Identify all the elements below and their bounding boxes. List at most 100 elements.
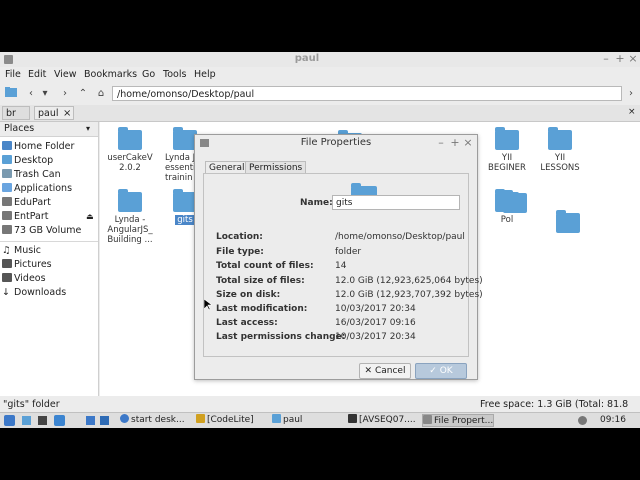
file-label: userCakeV 2.0.2 (107, 153, 153, 173)
prop-label-location: Location: (216, 232, 263, 242)
sidebar-divider (0, 241, 98, 242)
prop-value-total-size: 12.0 GiB (12,923,625,064 bytes) (335, 276, 483, 286)
desktop-icon (2, 155, 12, 164)
file-label: Pol (500, 215, 514, 225)
music-icon: ♫ (2, 245, 11, 256)
sidebar-item-music[interactable]: ♫ Music (2, 244, 98, 258)
browser-launcher-icon[interactable] (54, 415, 65, 426)
maximize-icon[interactable]: + (614, 53, 626, 65)
sidebar-item-pictures[interactable]: Pictures (2, 258, 98, 272)
cancel-icon: ✕ (364, 366, 373, 376)
prop-label-last-access: Last access: (216, 318, 278, 328)
minimize-icon[interactable]: – (600, 53, 612, 65)
chevron-down-icon[interactable]: ▾ (86, 122, 90, 136)
tab-label: br (6, 108, 16, 119)
close-icon[interactable]: × (627, 53, 639, 65)
tab-bar: br paul × × (0, 105, 640, 122)
file-label: YII LESSONS (540, 153, 580, 173)
name-field[interactable]: gits (332, 195, 460, 210)
sidebar: Places ▾ Home Folder Desktop Trash Can A… (0, 122, 99, 396)
path-bar[interactable]: /home/omonso/Desktop/paul (112, 86, 622, 101)
back-history-icon[interactable]: ▾ (38, 87, 52, 101)
go-icon[interactable]: › (624, 87, 638, 101)
tab-paul[interactable]: paul × (34, 106, 74, 120)
ok-button[interactable]: ✓ OK (415, 363, 467, 379)
forward-icon[interactable]: › (58, 87, 72, 101)
eject-icon[interactable]: ⏏ (86, 210, 94, 224)
folder-icon[interactable] (556, 210, 580, 233)
properties-icon (423, 415, 432, 424)
task-avseq[interactable]: [AVSEQ07.... (348, 414, 420, 427)
up-icon[interactable]: ⌃ (76, 87, 90, 101)
sidebar-item-trash-can[interactable]: Trash Can (2, 168, 98, 182)
terminal-launcher-icon[interactable] (38, 416, 47, 425)
file-label: YII BEGINER (488, 153, 526, 173)
sidebar-item-desktop[interactable]: Desktop (2, 154, 98, 168)
task-codelite[interactable]: [CodeLite] (196, 414, 268, 427)
prop-label-file-count: Total count of files: (216, 261, 314, 271)
video-icon (348, 414, 357, 423)
window-titlebar[interactable]: paul – + × (0, 52, 640, 68)
home-icon[interactable]: ⌂ (94, 87, 108, 101)
desktop-pager-icon[interactable] (100, 416, 109, 425)
menu-edit[interactable]: Edit (28, 69, 46, 80)
tab-close-icon[interactable]: × (63, 107, 71, 121)
tab-close-all-icon[interactable]: × (628, 107, 636, 117)
folder-icon[interactable] (503, 190, 527, 213)
menu-go[interactable]: Go (142, 69, 155, 80)
prop-value-permissions-change: 10/03/2017 20:34 (335, 332, 416, 342)
sidebar-item-73gb-volume[interactable]: 73 GB Volume (2, 224, 98, 238)
taskbar: start desk... [CodeLite] paul [AVSEQ07..… (0, 412, 640, 428)
folder-icon (495, 127, 519, 150)
status-bar: "gits" folder Free space: 1.3 GiB (Total… (0, 398, 640, 424)
file-label: Lynda - AngularJS_ Building ... (107, 215, 153, 245)
dialog-maximize-icon[interactable]: + (449, 137, 461, 149)
general-panel: Name: gits Location: /home/omonso/Deskto… (203, 173, 483, 357)
start-menu-icon[interactable] (4, 415, 15, 426)
prop-value-file-type: folder (335, 247, 362, 257)
dialog-minimize-icon[interactable]: – (435, 137, 447, 149)
chrome-icon (120, 414, 129, 423)
prop-label-permissions-change: Last permissions change: (216, 332, 346, 342)
sidebar-item-downloads[interactable]: ↓ Downloads (2, 286, 98, 300)
file-label: gits (175, 215, 195, 225)
menu-help[interactable]: Help (194, 69, 216, 80)
menu-tools[interactable]: Tools (163, 69, 186, 80)
places-dropdown[interactable]: Places ▾ (0, 122, 98, 137)
back-icon[interactable]: ‹ (24, 87, 38, 101)
sidebar-item-home-folder[interactable]: Home Folder (2, 140, 98, 154)
cancel-button[interactable]: ✕ Cancel (359, 363, 411, 379)
folder-icon (548, 127, 572, 150)
file-manager-window: paul – + × File Edit View Bookmarks Go T… (0, 52, 640, 428)
task-paul[interactable]: paul (272, 414, 344, 427)
file-item-yii-beginer[interactable]: YII BEGINER (477, 127, 537, 173)
desktop-launcher-icon[interactable] (22, 416, 31, 425)
trash-icon (2, 169, 12, 178)
menubar: File Edit View Bookmarks Go Tools Help (0, 67, 640, 83)
new-tab-icon[interactable] (4, 87, 18, 101)
prop-value-file-count: 14 (335, 261, 347, 271)
folder-icon (118, 189, 142, 212)
sidebar-item-edupart[interactable]: EduPart (2, 196, 98, 210)
codelite-icon (196, 414, 205, 423)
volume-icon[interactable] (578, 416, 587, 425)
file-item-usercake[interactable]: userCakeV 2.0.2 (100, 127, 160, 173)
clock[interactable]: 09:16 (600, 415, 626, 425)
menu-file[interactable]: File (5, 69, 21, 80)
task-start-desk[interactable]: start desk... (120, 414, 192, 427)
prop-value-size-on-disk: 12.0 GiB (12,923,707,392 bytes) (335, 290, 483, 300)
file-item-yii-lessons[interactable]: YII LESSONS (530, 127, 590, 173)
task-file-properties[interactable]: File Propert... (422, 414, 494, 427)
menu-bookmarks[interactable]: Bookmarks (84, 69, 137, 80)
file-item-lynda-angularjs[interactable]: Lynda - AngularJS_ Building ... (100, 189, 160, 245)
files-launcher-icon[interactable] (86, 416, 95, 425)
folder-icon (272, 414, 281, 423)
sidebar-item-videos[interactable]: Videos (2, 272, 98, 286)
dialog-close-icon[interactable]: × (462, 137, 474, 149)
tab-br[interactable]: br (2, 106, 30, 120)
window-title: paul (294, 53, 320, 64)
sidebar-item-applications[interactable]: Applications (2, 182, 98, 196)
sidebar-item-entpart[interactable]: EntPart ⏏ (2, 210, 98, 224)
menu-view[interactable]: View (54, 69, 77, 80)
prop-value-location: /home/omonso/Desktop/paul (335, 232, 465, 242)
